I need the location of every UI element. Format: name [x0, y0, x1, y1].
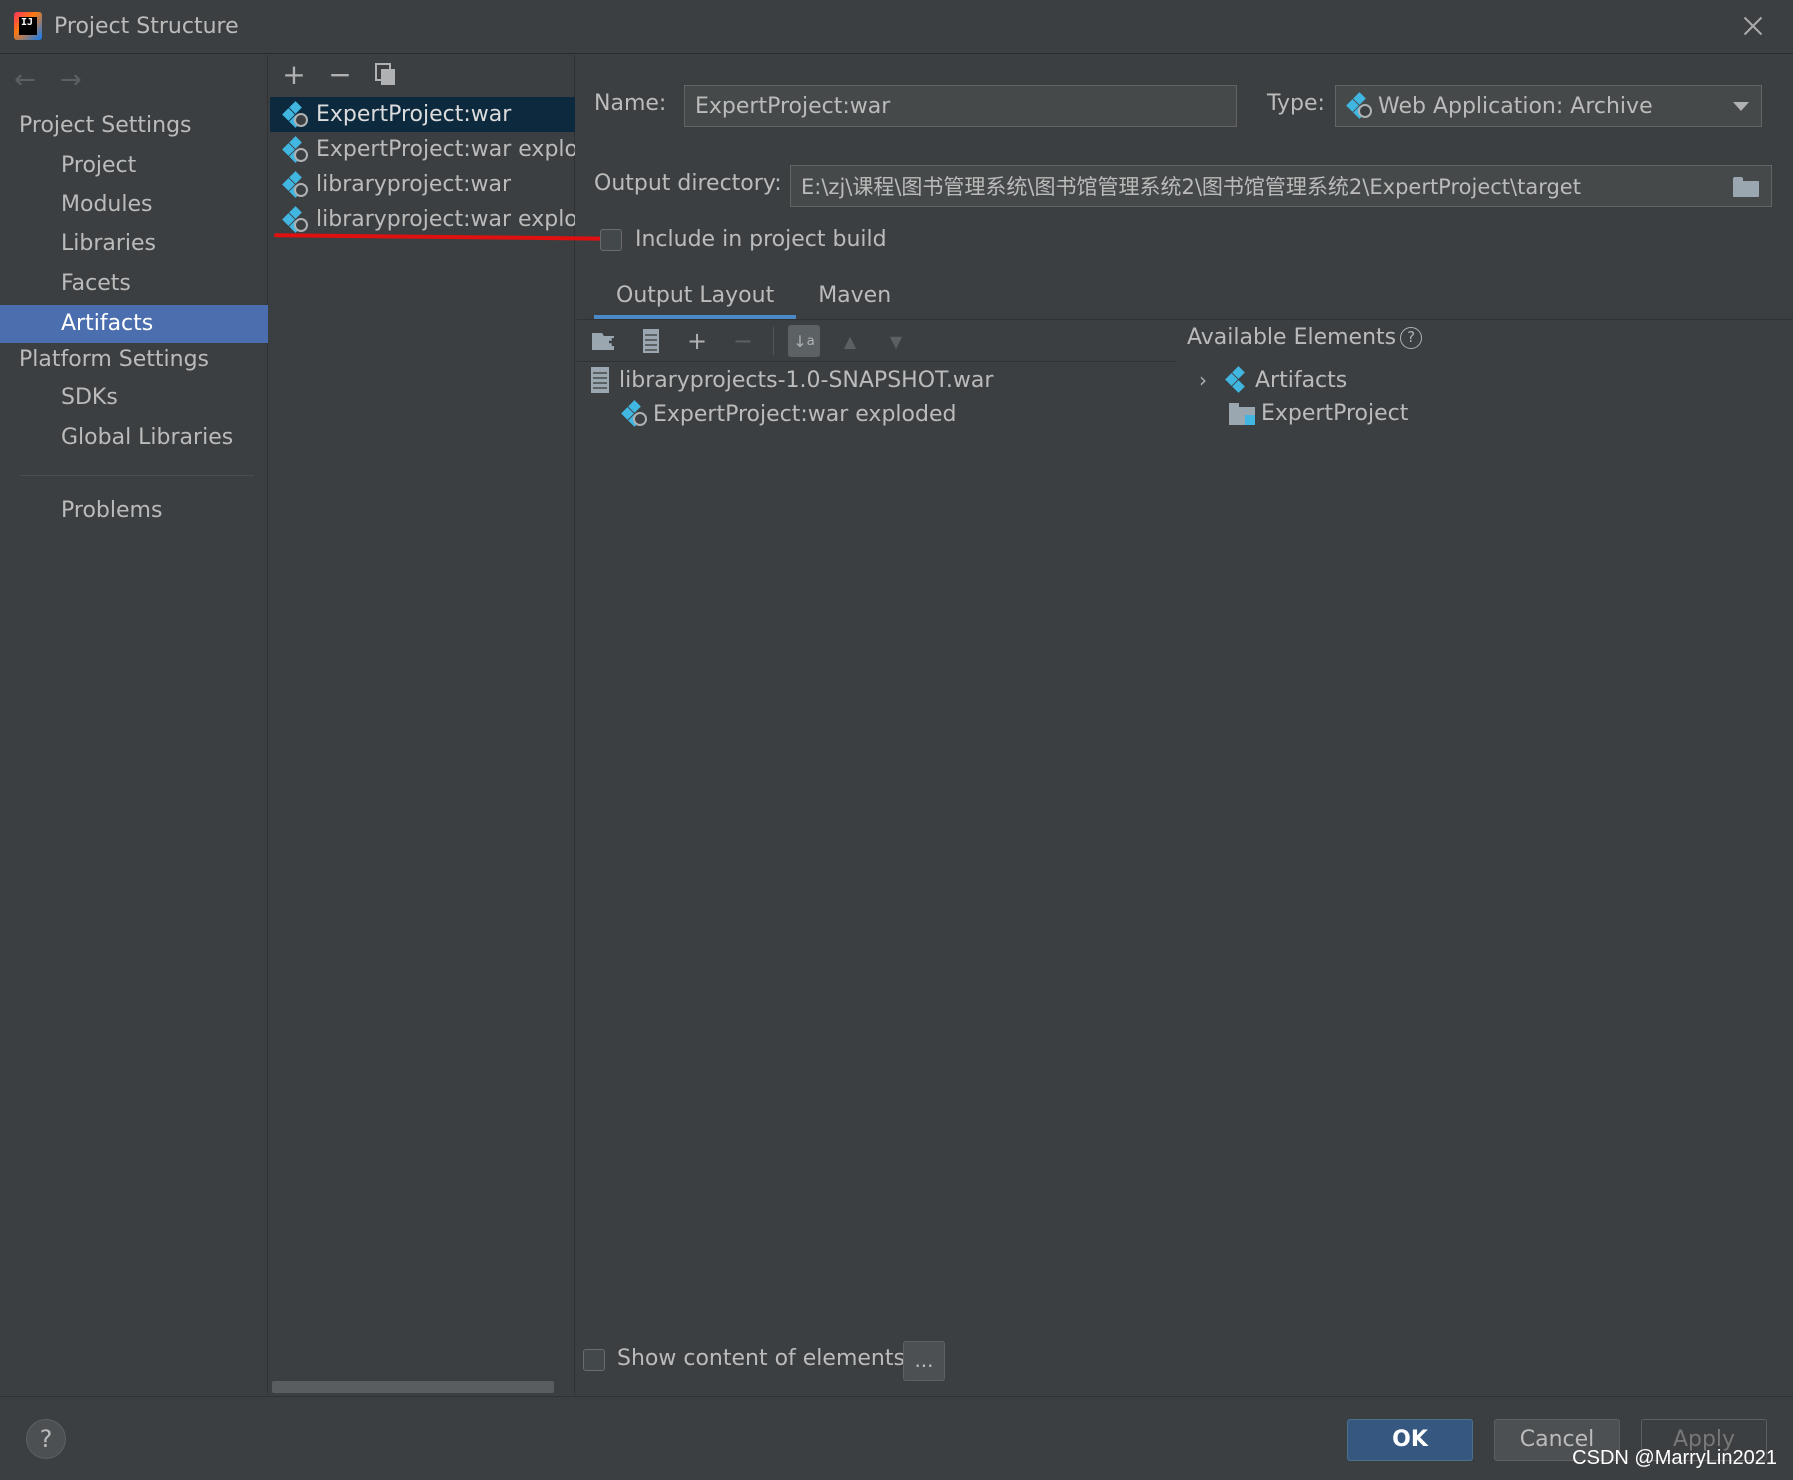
web-artifact-icon [282, 135, 308, 163]
output-directory-label: Output directory: [594, 171, 782, 196]
sidebar-item-modules[interactable]: Modules [0, 186, 268, 224]
sidebar-item-project[interactable]: Project [0, 147, 268, 185]
sidebar-item-sdks[interactable]: SDKs [0, 379, 268, 417]
add-copy-of-icon[interactable]: + [681, 325, 713, 357]
platform-settings-header: Platform Settings [19, 347, 210, 372]
help-button[interactable]: ? [26, 1419, 66, 1459]
output-layout-toolbar: + − ↓ a ▲ ▼ [589, 325, 912, 357]
csdn-watermark: CSDN @MarryLin2021 [1572, 1447, 1777, 1469]
remove-icon[interactable]: − [326, 61, 354, 89]
available-elements-label: Available Elements [1187, 325, 1397, 350]
available-elements-header: Available Elements ? [1187, 325, 1423, 350]
move-down-icon[interactable]: ▼ [880, 325, 912, 357]
archive-icon[interactable] [635, 325, 667, 357]
title-bar: IJ Project Structure [0, 0, 1793, 54]
output-directory-field[interactable] [790, 165, 1772, 207]
forward-arrow-icon[interactable]: → [60, 67, 86, 93]
chevron-right-icon[interactable]: › [1199, 368, 1215, 392]
type-dropdown[interactable]: Web Application: Archive [1335, 85, 1762, 127]
close-icon[interactable] [1739, 12, 1767, 40]
copy-icon[interactable] [372, 61, 400, 89]
layout-tree-item[interactable]: libraryprojects-1.0-SNAPSHOT.war [591, 367, 993, 393]
settings-sidebar: ← → Project Settings Project Modules Lib… [0, 55, 268, 1395]
artifact-item[interactable]: ExpertProject:war explode [270, 132, 575, 167]
layout-tree-label: ExpertProject:war exploded [653, 401, 957, 427]
artifacts-toolbar: + − [280, 61, 400, 89]
chevron-down-icon [1733, 102, 1749, 111]
layout-tree-label: libraryprojects-1.0-SNAPSHOT.war [619, 367, 994, 393]
project-settings-header: Project Settings [19, 113, 192, 138]
type-value: Web Application: Archive [1378, 93, 1653, 119]
layout-tree-item[interactable]: ExpertProject:war exploded [621, 400, 957, 427]
back-arrow-icon[interactable]: ← [14, 67, 40, 93]
tab-maven[interactable]: Maven [796, 275, 913, 319]
artifacts-icon [1225, 366, 1251, 393]
include-in-build-label[interactable]: Include in project build [635, 227, 887, 252]
available-tree-item[interactable]: › Artifacts [1199, 366, 1348, 393]
sidebar-item-libraries[interactable]: Libraries [0, 225, 268, 263]
artifact-item-label: ExpertProject:war [316, 102, 512, 127]
artifact-item[interactable]: libraryproject:war [270, 167, 575, 202]
tab-output-layout[interactable]: Output Layout [594, 275, 797, 319]
archive-icon [591, 367, 609, 393]
artifact-item[interactable]: ExpertProject:war [270, 97, 575, 132]
artifact-details-panel: Name: Type: Web Application: Archive Out… [577, 55, 1793, 1395]
remove-icon[interactable]: − [727, 325, 759, 357]
type-label: Type: [1267, 91, 1325, 116]
available-tree-label: Artifacts [1255, 367, 1348, 393]
artifacts-list-panel: + − ExpertProject:war ExpertProject:war … [270, 55, 615, 1395]
artifact-item[interactable]: libraryproject:war explode [270, 202, 575, 237]
artifact-item-label: libraryproject:war [316, 172, 512, 197]
sidebar-item-artifacts[interactable]: Artifacts [0, 305, 268, 343]
available-tree-item[interactable]: ExpertProject [1229, 401, 1408, 426]
details-tabs: Output Layout Maven [594, 275, 913, 319]
toolbar-separator [773, 327, 774, 355]
window-title: Project Structure [54, 14, 239, 39]
web-artifact-icon [1346, 92, 1372, 119]
sidebar-item-facets[interactable]: Facets [0, 265, 268, 303]
sidebar-item-problems[interactable]: Problems [0, 492, 268, 530]
sort-alphabetically-icon[interactable]: ↓ a [788, 325, 820, 357]
new-directory-icon[interactable] [589, 325, 621, 357]
ok-button[interactable]: OK [1347, 1419, 1473, 1461]
web-artifact-icon [282, 205, 308, 233]
sidebar-divider [20, 475, 254, 476]
history-nav: ← → [14, 67, 86, 93]
module-folder-icon [1229, 402, 1255, 425]
add-icon[interactable]: + [280, 61, 308, 89]
move-up-icon[interactable]: ▲ [834, 325, 866, 357]
show-content-checkbox[interactable] [583, 1349, 605, 1371]
web-artifact-icon [621, 400, 647, 427]
available-tree-label: ExpertProject [1261, 401, 1409, 426]
artifact-item-label: ExpertProject:war explode [316, 137, 575, 162]
web-artifact-icon [282, 100, 308, 128]
intellij-logo-icon: IJ [14, 12, 42, 40]
name-field[interactable] [684, 85, 1237, 127]
browse-folder-icon[interactable] [1733, 177, 1759, 197]
web-artifact-icon [282, 170, 308, 198]
layout-divider [577, 361, 1177, 362]
show-content-label[interactable]: Show content of elements [617, 1346, 905, 1371]
help-icon[interactable]: ? [1400, 326, 1423, 349]
include-in-build-checkbox[interactable] [600, 229, 622, 251]
name-label: Name: [594, 91, 667, 116]
dialog-button-bar: ? OK Cancel Apply CSDN @MarryLin2021 [0, 1396, 1793, 1480]
more-options-button[interactable]: ... [903, 1341, 945, 1381]
horizontal-scrollbar[interactable] [272, 1381, 554, 1393]
tabs-divider [577, 319, 1793, 320]
artifact-item-label: libraryproject:war explode [316, 207, 575, 232]
sidebar-item-global-libraries[interactable]: Global Libraries [0, 419, 268, 457]
